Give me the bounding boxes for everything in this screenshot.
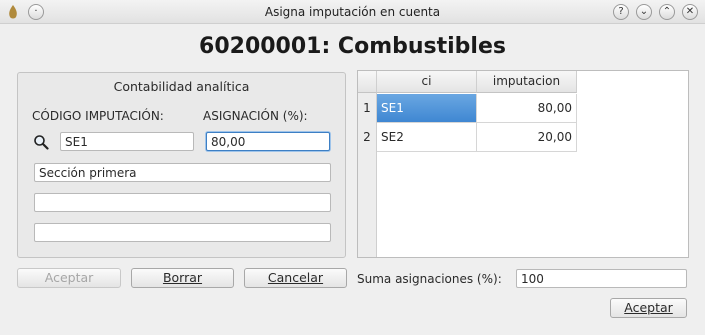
descripcion-field-1: Sección primera — [34, 163, 331, 182]
table-cell-imputacion[interactable]: 20,00 — [477, 123, 577, 152]
column-header-ci[interactable]: ci — [377, 71, 477, 93]
suma-label: Suma asignaciones (%): — [357, 272, 502, 286]
row-number[interactable]: 2 — [358, 123, 377, 153]
minimize-button[interactable]: ⌄ — [636, 4, 652, 20]
asignacion-label: ASIGNACIÓN (%): — [203, 109, 308, 123]
table-corner — [358, 71, 377, 93]
window-titlebar: · Asigna imputación en cuenta ? ⌄ ⌃ ✕ — [0, 0, 705, 24]
table-cell-imputacion[interactable]: 80,00 — [477, 94, 577, 123]
table-cell-ci[interactable]: SE1 — [377, 94, 477, 123]
search-icon[interactable] — [33, 134, 49, 150]
descripcion-field-2 — [34, 193, 331, 212]
asignacion-input[interactable]: 80,00 — [206, 132, 330, 151]
aceptar-button-disabled[interactable]: Aceptar — [17, 268, 121, 288]
codigo-input[interactable]: SE1 — [60, 132, 194, 151]
window-title: Asigna imputación en cuenta — [264, 5, 441, 19]
aceptar-button[interactable]: Aceptar — [610, 298, 687, 318]
imputation-table[interactable]: ci imputacion 1 SE1 80,00 2 SE2 20,00 — [357, 70, 689, 258]
panel-title: Contabilidad analítica — [113, 79, 250, 94]
cancelar-button[interactable]: Cancelar — [244, 268, 347, 288]
close-button[interactable]: ✕ — [682, 4, 698, 20]
borrar-button[interactable]: Borrar — [131, 268, 234, 288]
table-cell-ci[interactable]: SE2 — [377, 123, 477, 152]
page-title: 60200001: Combustibles — [199, 34, 506, 59]
suma-field: 100 — [516, 269, 687, 288]
descripcion-field-3 — [34, 223, 331, 242]
maximize-button[interactable]: ⌃ — [659, 4, 675, 20]
codigo-label: CÓDIGO IMPUTACIÓN: — [32, 109, 164, 123]
column-header-imputacion[interactable]: imputacion — [477, 71, 577, 93]
help-button[interactable]: ? — [613, 4, 629, 20]
row-number[interactable]: 1 — [358, 94, 377, 123]
